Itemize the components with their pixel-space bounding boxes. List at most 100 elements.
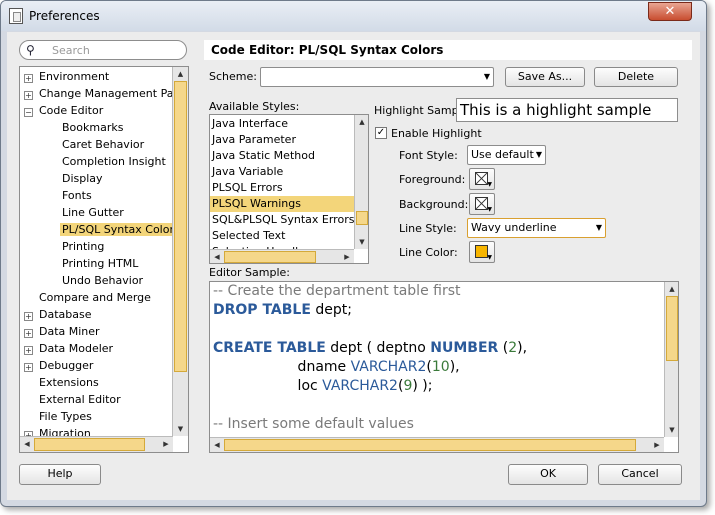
scroll-down-arrow-icon[interactable]: ▼: [355, 235, 368, 249]
tree-item[interactable]: Caret Behavior: [20, 136, 173, 153]
tree-item-label: Printing: [62, 240, 105, 253]
tree-item[interactable]: Extensions: [20, 374, 173, 391]
tree-item[interactable]: Completion Insight: [20, 153, 173, 170]
tree-item[interactable]: Fonts: [20, 187, 173, 204]
code-line: DROP TABLE dept;: [213, 301, 352, 320]
tree-item[interactable]: Printing: [20, 238, 173, 255]
style-list-item[interactable]: Java Static Method: [210, 148, 354, 164]
tree-item[interactable]: + Data Modeler: [20, 340, 173, 357]
scroll-up-arrow-icon[interactable]: ▲: [355, 115, 368, 129]
available-styles-label: Available Styles:: [209, 100, 300, 113]
scroll-left-arrow-icon[interactable]: ◀: [20, 437, 34, 451]
scheme-label: Scheme:: [209, 70, 257, 83]
expand-icon[interactable]: +: [24, 312, 33, 321]
delete-button[interactable]: Delete: [594, 67, 678, 87]
enable-highlight-checkbox[interactable]: ✓: [375, 127, 387, 139]
style-list-item[interactable]: Selected Text: [210, 228, 354, 244]
editor-horizontal-scrollbar[interactable]: ◀ ▶: [210, 437, 664, 452]
style-list-item[interactable]: Java Parameter: [210, 132, 354, 148]
tree-scroll-thumb[interactable]: [174, 81, 187, 372]
tree-item-label: Fonts: [62, 189, 92, 202]
editor-vertical-scrollbar[interactable]: ▲ ▼: [664, 282, 678, 437]
styles-hscroll-thumb[interactable]: [224, 251, 316, 263]
tree-item-label: Environment: [39, 70, 110, 83]
tree-item[interactable]: Display: [20, 170, 173, 187]
tree-item[interactable]: File Types: [20, 408, 173, 425]
editor-sample[interactable]: -- Create the department table first DROP…: [209, 281, 679, 453]
tree-item[interactable]: − Code Editor: [20, 102, 173, 119]
editor-scroll-thumb[interactable]: [666, 296, 678, 361]
editor-sample-label: Editor Sample:: [209, 266, 291, 279]
help-button[interactable]: Help: [19, 464, 101, 485]
scroll-left-arrow-icon[interactable]: ◀: [210, 250, 224, 263]
expand-icon[interactable]: +: [24, 74, 33, 83]
code-token: ) );: [412, 378, 433, 394]
tree-item-label: Data Modeler: [39, 342, 114, 355]
line-style-dropdown[interactable]: Wavy underline ▼: [467, 218, 606, 238]
styles-horizontal-scrollbar[interactable]: ◀ ▶: [210, 249, 354, 263]
search-field[interactable]: ⚲: [19, 40, 187, 60]
tree-item-label: Database: [39, 308, 92, 321]
style-list-item[interactable]: PLSQL Warnings: [210, 196, 354, 212]
styles-scroll-thumb[interactable]: [356, 211, 368, 225]
tree-item[interactable]: PL/SQL Syntax Colors: [20, 221, 173, 238]
styles-vertical-scrollbar[interactable]: ▲ ▼: [354, 115, 368, 249]
tree-item[interactable]: Bookmarks: [20, 119, 173, 136]
editor-hscroll-thumb[interactable]: [224, 439, 636, 451]
title-bar[interactable]: Preferences ✕: [1, 1, 706, 31]
font-style-dropdown[interactable]: Use default ▼: [467, 145, 546, 165]
code-token: CREATE TABLE: [213, 340, 326, 356]
expand-icon[interactable]: +: [24, 329, 33, 338]
tree-item[interactable]: Undo Behavior: [20, 272, 173, 289]
tree-vertical-scrollbar[interactable]: ▲ ▼: [172, 67, 188, 436]
foreground-color-button[interactable]: ▼: [469, 168, 495, 190]
scroll-up-arrow-icon[interactable]: ▲: [173, 67, 188, 81]
close-button[interactable]: ✕: [648, 2, 692, 21]
tree-item[interactable]: + Data Miner: [20, 323, 173, 340]
tree-item[interactable]: + Environment: [20, 68, 173, 85]
save-as-button[interactable]: Save As...: [505, 67, 585, 87]
code-token: DROP TABLE: [213, 302, 311, 318]
tree-item-label: Data Miner: [39, 325, 100, 338]
style-list-item[interactable]: Java Variable: [210, 164, 354, 180]
tree-item[interactable]: Line Gutter: [20, 204, 173, 221]
background-color-button[interactable]: ▼: [469, 193, 495, 215]
style-list-item[interactable]: Java Interface: [210, 116, 354, 132]
scroll-right-arrow-icon[interactable]: ▶: [340, 250, 354, 263]
tree-item[interactable]: + Change Management Parar: [20, 85, 173, 102]
expand-icon[interactable]: +: [24, 91, 33, 100]
code-token: ),: [449, 359, 460, 375]
scroll-down-arrow-icon[interactable]: ▼: [665, 423, 678, 437]
search-input[interactable]: [52, 43, 180, 57]
scheme-dropdown[interactable]: ▼: [260, 67, 494, 87]
code-token: NUMBER: [430, 340, 499, 356]
tree-item[interactable]: + Debugger: [20, 357, 173, 374]
ok-button[interactable]: OK: [508, 464, 588, 485]
code-token: loc: [213, 378, 323, 394]
cancel-button[interactable]: Cancel: [598, 464, 682, 485]
style-list-item[interactable]: PLSQL Errors: [210, 180, 354, 196]
code-token: VARCHAR2: [350, 359, 427, 375]
tree-item[interactable]: Printing HTML: [20, 255, 173, 272]
line-color-button[interactable]: ▼: [469, 241, 495, 263]
code-token: -- Insert some default values: [213, 416, 414, 432]
scroll-right-arrow-icon[interactable]: ▶: [159, 437, 173, 451]
tree-hscroll-thumb[interactable]: [34, 438, 145, 451]
collapse-icon[interactable]: −: [24, 108, 33, 117]
scroll-up-arrow-icon[interactable]: ▲: [665, 282, 678, 296]
tree-item[interactable]: + Database: [20, 306, 173, 323]
code-token: 2: [508, 340, 518, 356]
font-style-label: Font Style:: [399, 149, 458, 162]
expand-icon[interactable]: +: [24, 363, 33, 372]
expand-icon[interactable]: +: [24, 346, 33, 355]
tree-horizontal-scrollbar[interactable]: ◀ ▶: [20, 436, 173, 452]
tree-item[interactable]: External Editor: [20, 391, 173, 408]
enable-highlight-label: Enable Highlight: [391, 127, 482, 140]
tree-item[interactable]: Compare and Merge: [20, 289, 173, 306]
style-list-item[interactable]: SQL&PLSQL Syntax Errors: [210, 212, 354, 228]
tree-item-label: Bookmarks: [62, 121, 124, 134]
scroll-left-arrow-icon[interactable]: ◀: [210, 438, 224, 452]
tree-item-label: Line Gutter: [62, 206, 124, 219]
scroll-down-arrow-icon[interactable]: ▼: [173, 422, 188, 436]
scroll-right-arrow-icon[interactable]: ▶: [650, 438, 664, 452]
